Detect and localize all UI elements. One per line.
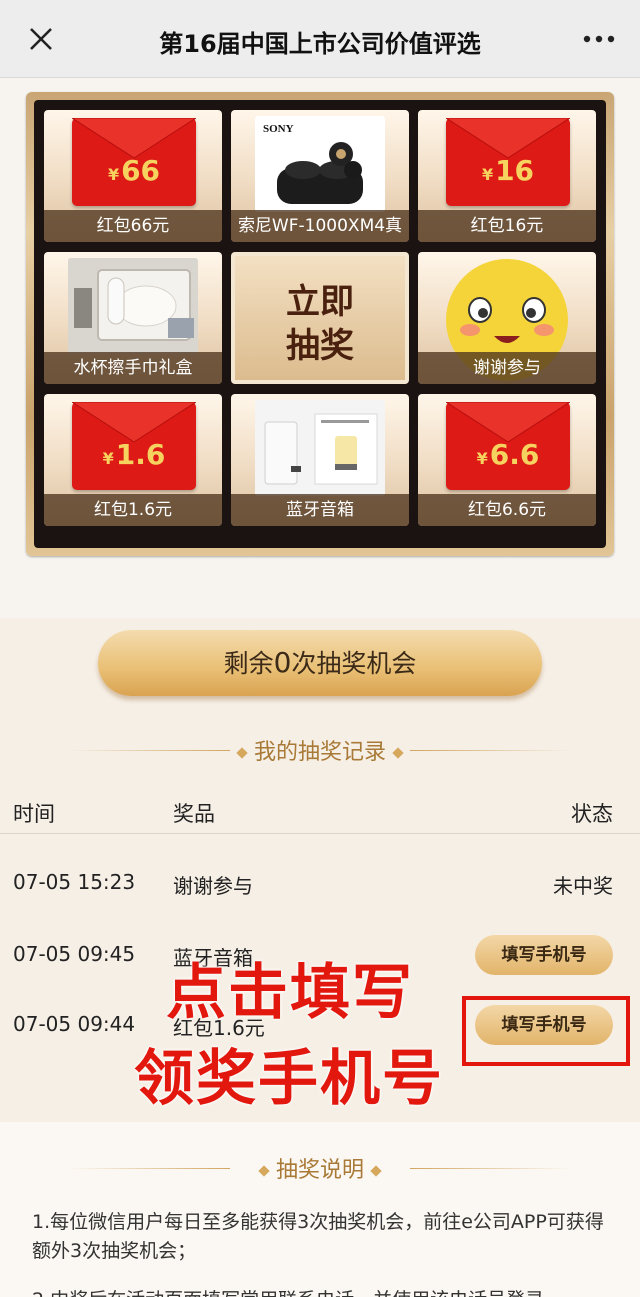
- prize-label: 水杯擦手巾礼盒: [44, 352, 222, 384]
- brand-logo: SONY: [263, 123, 294, 135]
- draw-button[interactable]: 立即 抽奖: [231, 252, 409, 384]
- divider: [410, 1168, 570, 1169]
- rules-title: 抽奖说明: [275, 1158, 364, 1183]
- prize-label: 红包16元: [418, 210, 596, 242]
- chances-count: 0: [273, 646, 292, 679]
- lottery-board: ¥66 红包66元 SONY 索尼WF-1000XM4真 ¥16 红包16元 水…: [34, 100, 606, 548]
- speaker-image: [255, 400, 385, 496]
- annotation-line1: 点击填写: [166, 958, 414, 1028]
- header-status: 状态: [571, 802, 613, 826]
- diamond-icon: [236, 747, 248, 759]
- prize-cell-hongbao-1-6: ¥1.6 红包1.6元: [44, 394, 222, 526]
- remaining-chances-button[interactable]: 剩余0次抽奖机会: [98, 630, 542, 696]
- record-status: 未中奖: [553, 874, 613, 898]
- red-envelope-icon: ¥1.6: [72, 402, 196, 490]
- close-icon[interactable]: [24, 22, 58, 56]
- page-title: 第16届中国上市公司价值评选: [159, 30, 481, 58]
- prize-label: 红包6.6元: [418, 494, 596, 526]
- prize-cell-towel-gift-box: 水杯擦手巾礼盒: [44, 252, 222, 384]
- prize-cell-hongbao-6-6: ¥6.6 红包6.6元: [418, 394, 596, 526]
- draw-button-line2: 抽奖: [286, 326, 354, 366]
- red-envelope-icon: ¥66: [72, 118, 196, 206]
- divider: [410, 750, 570, 751]
- records-title: 我的抽奖记录: [253, 740, 386, 765]
- diamond-icon: [392, 747, 404, 759]
- red-envelope-icon: ¥6.6: [446, 402, 570, 490]
- fill-phone-button[interactable]: 填写手机号: [475, 935, 613, 975]
- rule-item: 1.每位微信用户每日至多能获得3次抽奖机会，前往e公司APP可获得额外3次抽奖机…: [32, 1211, 604, 1262]
- prize-label: 索尼WF-1000XM4真: [231, 210, 409, 242]
- prize-label: 红包1.6元: [44, 494, 222, 526]
- table-row: 07-05 15:23 谢谢参与 未中奖: [0, 854, 640, 914]
- lottery-area: ¥66 红包66元 SONY 索尼WF-1000XM4真 ¥16 红包16元 水…: [0, 78, 640, 618]
- header-time: 时间: [13, 802, 55, 826]
- lottery-board-frame: ¥66 红包66元 SONY 索尼WF-1000XM4真 ¥16 红包16元 水…: [26, 92, 614, 556]
- earbuds-image: SONY: [255, 116, 385, 212]
- record-prize: 谢谢参与: [173, 874, 253, 898]
- gift-box-image: [68, 258, 198, 354]
- rule-item: 2.中奖后在活动页面填写常用联系电话，并使用该电话号登录: [32, 1286, 616, 1297]
- draw-button-line1: 立即: [286, 282, 354, 322]
- diamond-icon: [258, 1165, 270, 1177]
- prize-amount: 16: [495, 154, 535, 187]
- diamond-icon: [370, 1165, 382, 1177]
- prize-label: 红包66元: [44, 210, 222, 242]
- prize-cell-hongbao-66: ¥66 红包66元: [44, 110, 222, 242]
- record-time: 07-05 15:23: [13, 870, 136, 894]
- prize-amount: 6.6: [489, 438, 540, 471]
- highlight-box: [462, 996, 630, 1066]
- divider: [70, 1168, 230, 1169]
- prize-cell-sony-earbuds: SONY 索尼WF-1000XM4真: [231, 110, 409, 242]
- chances-prefix: 剩余: [223, 649, 274, 678]
- prize-label: 谢谢参与: [418, 352, 596, 384]
- prize-cell-hongbao-16: ¥16 红包16元: [418, 110, 596, 242]
- annotation-line2: 领奖手机号: [134, 1044, 444, 1114]
- prize-cell-bluetooth-speaker: 蓝牙音箱: [231, 394, 409, 526]
- prize-label: 蓝牙音箱: [231, 494, 409, 526]
- record-time: 07-05 09:45: [13, 942, 136, 966]
- rules-section-header: 抽奖说明: [0, 1152, 640, 1184]
- record-time: 07-05 09:44: [13, 1012, 136, 1036]
- records-table-header: 时间 奖品 状态: [0, 790, 640, 834]
- prize-amount: 66: [121, 154, 161, 187]
- red-envelope-icon: ¥16: [446, 118, 570, 206]
- top-nav-bar: 第16届中国上市公司价值评选: [0, 0, 640, 78]
- divider: [70, 750, 230, 751]
- header-prize: 奖品: [173, 802, 215, 826]
- prize-cell-thanks: 谢谢参与: [418, 252, 596, 384]
- prize-amount: 1.6: [115, 438, 166, 471]
- records-section-header: 我的抽奖记录: [0, 734, 640, 766]
- more-icon[interactable]: [582, 28, 616, 50]
- chances-suffix: 次抽奖机会: [291, 649, 417, 678]
